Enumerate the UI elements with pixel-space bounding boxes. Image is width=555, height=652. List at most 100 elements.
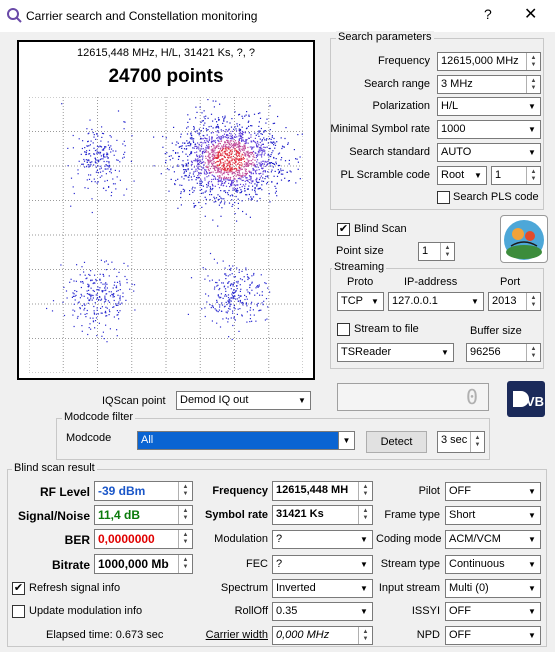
fec-select[interactable]: ? ▼: [272, 555, 373, 574]
port-spin[interactable]: ▲ ▼: [526, 293, 540, 310]
constellation-point: [119, 303, 121, 305]
timeout-input[interactable]: 3 sec ▲ ▼: [437, 431, 485, 453]
polarization-select[interactable]: H/L ▼: [437, 97, 541, 116]
constellation-point: [268, 138, 271, 140]
modcode-select[interactable]: All ▼: [137, 431, 355, 450]
constellation-point: [219, 154, 221, 156]
issyi-select[interactable]: OFF ▼: [445, 602, 541, 621]
stream-to-file-checkbox[interactable]: [337, 323, 350, 336]
port-input[interactable]: 2013 ▲ ▼: [488, 292, 541, 311]
constellation-point: [201, 144, 203, 146]
constellation-point: [269, 133, 271, 135]
input-stream-select[interactable]: Multi (0) ▼: [445, 579, 541, 598]
detect-button[interactable]: Detect: [366, 431, 427, 453]
min-symbol-rate-select[interactable]: 1000 ▼: [437, 120, 541, 139]
constellation-point: [234, 144, 236, 146]
constellation-point: [190, 176, 192, 178]
constellation-point: [105, 173, 107, 175]
update-modulation-checkbox[interactable]: [12, 605, 25, 618]
constellation-point: [112, 287, 114, 289]
constellation-point: [104, 156, 106, 158]
frequency-input[interactable]: 12615,000 MHz ▲ ▼: [437, 52, 541, 71]
constellation-point: [234, 308, 236, 310]
constellation-point: [213, 201, 215, 203]
search-range-input[interactable]: 3 MHz ▲ ▼: [437, 75, 541, 94]
frame-type-select[interactable]: Short ▼: [445, 506, 541, 525]
constellation-point: [102, 170, 104, 172]
pl-scramble-mode-select[interactable]: Root ▼: [437, 166, 487, 185]
modulation-select[interactable]: ? ▼: [272, 530, 373, 549]
constellation-point: [280, 159, 282, 161]
constellation-point: [242, 158, 244, 160]
constellation-point: [236, 288, 238, 290]
constellation-point: [95, 278, 97, 281]
constellation-point: [109, 311, 111, 313]
buffer-size-spin[interactable]: ▲ ▼: [526, 344, 540, 361]
help-button[interactable]: ?: [484, 6, 492, 22]
point-size-input[interactable]: 1 ▲ ▼: [418, 242, 455, 261]
constellation-point: [201, 161, 204, 163]
npd-select[interactable]: OFF ▼: [445, 626, 541, 645]
constellation-point: [204, 215, 206, 217]
constellation-point: [214, 118, 216, 120]
rolloff-select[interactable]: 0.35 ▼: [272, 602, 373, 621]
constellation-point: [92, 321, 95, 323]
blind-scan-checkbox[interactable]: ✔: [337, 223, 350, 236]
constellation-point: [92, 282, 94, 285]
constellation-point: [202, 185, 204, 187]
constellation-point: [245, 303, 248, 305]
stream-type-label: Stream type: [380, 558, 440, 570]
pl-scramble-code-input[interactable]: 1 ▲ ▼: [491, 166, 541, 185]
constellation-point: [198, 134, 200, 136]
spectrum-select[interactable]: Inverted ▼: [272, 579, 373, 598]
iqscan-select[interactable]: Demod IQ out ▼: [176, 391, 311, 410]
constellation-point: [202, 142, 204, 144]
refresh-signal-checkbox[interactable]: ✔: [12, 582, 25, 595]
frequency-spin[interactable]: ▲ ▼: [526, 53, 540, 70]
constellation-point: [220, 184, 222, 186]
constellation-point: [256, 185, 258, 187]
constellation-point: [293, 149, 295, 151]
constellation-point: [79, 308, 81, 310]
ip-address-select[interactable]: 127.0.0.1 ▼: [388, 292, 484, 311]
constellation-point: [188, 176, 190, 178]
constellation-point: [233, 305, 235, 307]
coding-mode-select[interactable]: ACM/VCM ▼: [445, 530, 541, 549]
constellation-point: [91, 161, 93, 163]
constellation-point: [232, 180, 234, 182]
constellation-point: [221, 182, 223, 184]
constellation-point: [222, 282, 224, 284]
search-range-spin[interactable]: ▲ ▼: [526, 76, 540, 93]
search-standard-select[interactable]: AUTO ▼: [437, 143, 541, 162]
constellation-point: [82, 163, 84, 165]
pilot-select[interactable]: OFF ▼: [445, 482, 541, 501]
constellation-point: [272, 150, 274, 152]
constellation-point: [78, 160, 80, 162]
constellation-point: [208, 136, 210, 138]
constellation-point: [198, 146, 200, 148]
constellation-point: [265, 139, 267, 141]
constellation-point: [229, 163, 231, 166]
player-select[interactable]: TSReader ▼: [337, 343, 454, 362]
constellation-point: [196, 170, 198, 172]
timeout-spin[interactable]: ▲ ▼: [470, 432, 484, 452]
constellation-point: [91, 180, 93, 183]
constellation-point: [273, 141, 275, 143]
proto-select[interactable]: TCP ▼: [337, 292, 384, 311]
buffer-size-input[interactable]: 96256 ▲ ▼: [466, 343, 541, 362]
constellation-point: [216, 131, 218, 133]
point-size-spin[interactable]: ▲ ▼: [440, 243, 454, 260]
constellation-point: [119, 282, 121, 284]
constellation-point: [133, 290, 135, 292]
search-pls-checkbox[interactable]: [437, 191, 450, 204]
close-button[interactable]: ✕: [524, 4, 537, 24]
stream-type-select[interactable]: Continuous ▼: [445, 555, 541, 574]
fish-logo-icon[interactable]: [500, 215, 548, 263]
constellation-point: [185, 170, 187, 172]
constellation-point: [264, 282, 266, 284]
symbol-rate-value: 31421 Ks ▲ ▼: [272, 505, 373, 525]
constellation-point: [221, 207, 223, 209]
constellation-point: [215, 126, 217, 128]
constellation-point: [92, 289, 94, 292]
pl-scramble-spin[interactable]: ▲ ▼: [526, 167, 540, 184]
